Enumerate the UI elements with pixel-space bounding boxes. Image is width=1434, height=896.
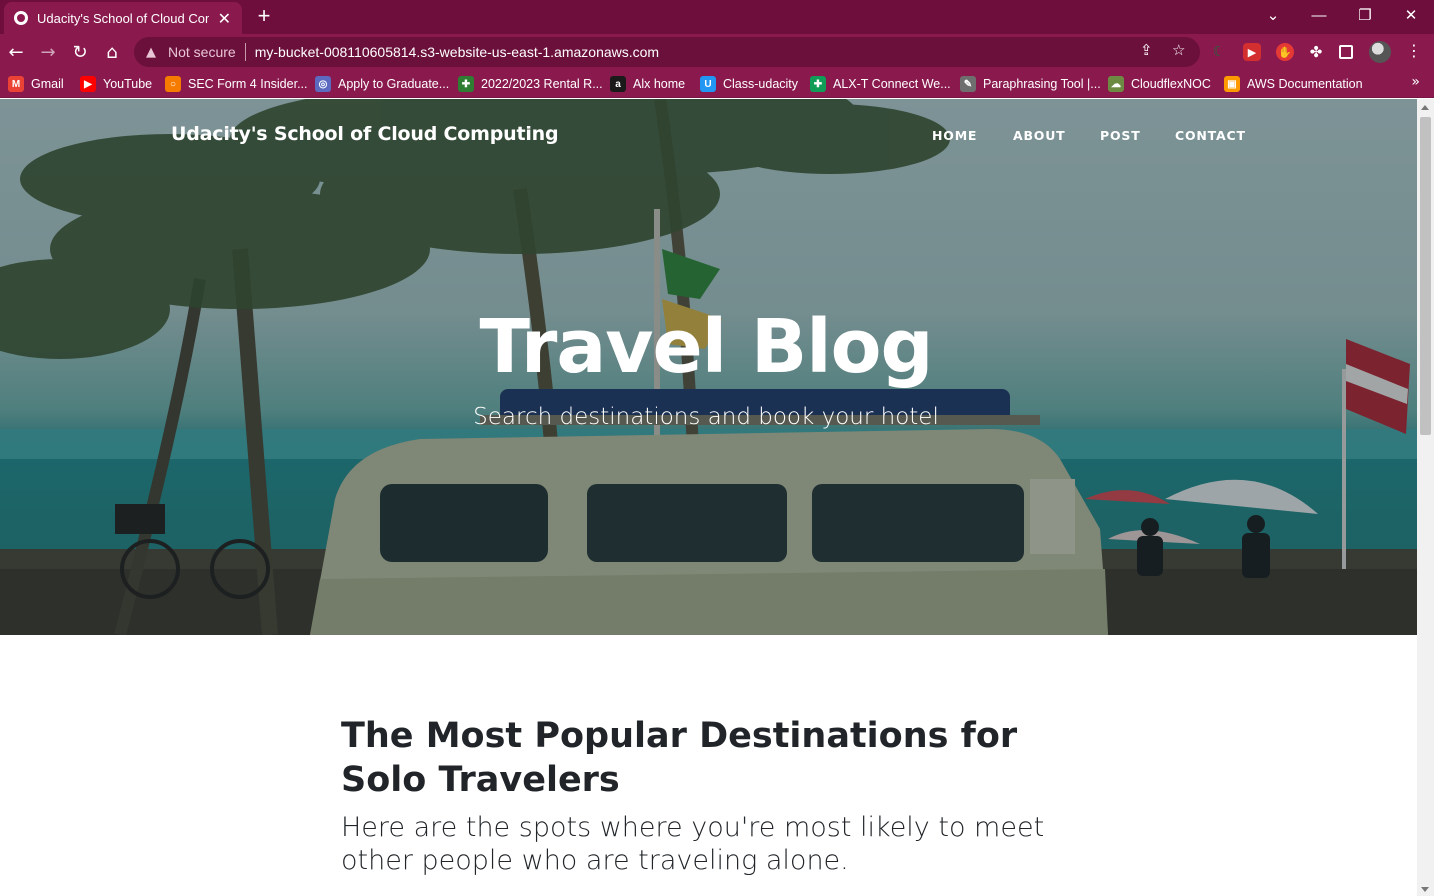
- home-button[interactable]: ⌂: [100, 40, 124, 64]
- quill-icon: ✎: [960, 76, 976, 92]
- bookmark-item[interactable]: ☁ CloudflexNOC: [1108, 75, 1211, 93]
- share-icon[interactable]: ⇪: [1140, 41, 1153, 59]
- tab-title: Udacity's School of Cloud Computing: [37, 10, 209, 26]
- browser-toolbar: ← → ↻ ⌂ ▲ Not secure my-bucket-008110605…: [0, 34, 1434, 70]
- hero-title: Travel Blog: [479, 304, 934, 390]
- gmail-icon: M: [8, 76, 24, 92]
- bookmark-label: Class-udacity: [723, 77, 799, 91]
- nav-about-link[interactable]: ABOUT: [1013, 128, 1066, 143]
- post-title-link[interactable]: The Most Popular Destinations for Solo T…: [341, 714, 1101, 802]
- extension-hand-icon[interactable]: ✋: [1276, 43, 1294, 61]
- nav-post-link[interactable]: POST: [1100, 128, 1141, 143]
- back-button[interactable]: ←: [4, 40, 28, 64]
- aws-icon: ▣: [1224, 76, 1240, 92]
- youtube-icon: ▶: [80, 76, 96, 92]
- bookmark-item[interactable]: M Gmail: [8, 75, 64, 93]
- hero-subtitle: Search destinations and book your hotel: [473, 404, 939, 430]
- nav-home-link[interactable]: HOME: [932, 128, 977, 143]
- rental-icon: ✚: [458, 76, 474, 92]
- alx-icon: a: [610, 76, 626, 92]
- new-tab-button[interactable]: +: [254, 4, 274, 28]
- forward-button[interactable]: →: [36, 40, 60, 64]
- graduate-icon: ◎: [315, 76, 331, 92]
- bookmark-label: YouTube: [103, 77, 153, 91]
- bookmark-label: Apply to Graduate...: [338, 77, 450, 91]
- bookmark-label: ALX-T Connect We...: [833, 77, 951, 91]
- reload-button[interactable]: ↻: [68, 40, 92, 64]
- site-brand-link[interactable]: Udacity's School of Cloud Computing: [171, 123, 559, 145]
- warning-icon[interactable]: ▲: [146, 45, 162, 60]
- scroll-down-arrow-icon[interactable]: [1421, 887, 1429, 892]
- security-label[interactable]: Not secure: [168, 44, 236, 60]
- bookmark-star-icon[interactable]: ☆: [1172, 41, 1185, 59]
- page-viewport: Udacity's School of Cloud Computing HOME…: [0, 99, 1417, 896]
- bookmark-label: CloudflexNOC: [1131, 77, 1211, 91]
- address-bar[interactable]: ▲ Not secure my-bucket-008110605814.s3-w…: [134, 37, 1200, 67]
- bookmark-item[interactable]: ✎ Paraphrasing Tool |...: [960, 75, 1101, 93]
- bookmark-item[interactable]: ○ SEC Form 4 Insider...: [165, 75, 307, 93]
- tab-bar: Udacity's School of Cloud Computing ✕ + …: [0, 0, 1434, 34]
- connect-icon: ✚: [810, 76, 826, 92]
- bookmark-item[interactable]: ✚ ALX-T Connect We...: [810, 75, 951, 93]
- bookmark-item[interactable]: ▶ YouTube: [80, 75, 152, 93]
- extensions-puzzle-icon[interactable]: ✤: [1307, 43, 1325, 61]
- bookmark-label: Alx home: [633, 77, 686, 91]
- address-divider: [244, 43, 246, 61]
- scrollbar-thumb[interactable]: [1420, 117, 1431, 435]
- scroll-up-arrow-icon[interactable]: [1421, 105, 1429, 110]
- bookmark-item[interactable]: ✚ 2022/2023 Rental R...: [458, 75, 603, 93]
- udacity-icon: U: [700, 76, 716, 92]
- side-panel-icon[interactable]: [1339, 45, 1353, 59]
- bookmark-item[interactable]: U Class-udacity: [700, 75, 798, 93]
- globe-icon: [14, 11, 28, 25]
- bookmarks-bar: M Gmail ▶ YouTube ○ SEC Form 4 Insider... ◎ App…: [0, 70, 1434, 98]
- nav-contact-link[interactable]: CONTACT: [1175, 128, 1246, 143]
- close-tab-icon[interactable]: ✕: [217, 9, 232, 28]
- bookmark-label: Gmail: [31, 77, 64, 91]
- menu-kebab-icon[interactable]: ⋮: [1406, 41, 1422, 60]
- bookmark-item[interactable]: a Alx home: [610, 75, 685, 93]
- bookmark-label: SEC Form 4 Insider...: [188, 77, 308, 91]
- cloudflex-icon: ☁: [1108, 76, 1124, 92]
- sec-icon: ○: [165, 76, 181, 92]
- close-window-button[interactable]: ✕: [1388, 0, 1434, 30]
- profile-avatar[interactable]: [1369, 41, 1391, 63]
- tab-search-button[interactable]: ⌄: [1250, 0, 1296, 30]
- bookmark-label: AWS Documentation: [1247, 77, 1363, 91]
- bookmark-item[interactable]: ▣ AWS Documentation: [1224, 75, 1363, 93]
- bookmark-label: 2022/2023 Rental R...: [481, 77, 603, 91]
- restore-button[interactable]: ❐: [1342, 0, 1388, 30]
- bookmarks-overflow-icon[interactable]: »: [1411, 74, 1420, 90]
- browser-tab[interactable]: Udacity's School of Cloud Computing ✕: [4, 2, 242, 34]
- url-text[interactable]: my-bucket-008110605814.s3-website-us-eas…: [255, 44, 659, 60]
- minimize-button[interactable]: —: [1296, 0, 1342, 30]
- extension-moon-icon[interactable]: ☾: [1210, 43, 1228, 61]
- extension-play-icon[interactable]: ▶: [1243, 43, 1261, 61]
- bookmark-item[interactable]: ◎ Apply to Graduate...: [315, 75, 449, 93]
- hero-header: Udacity's School of Cloud Computing HOME…: [0, 99, 1417, 635]
- post-subtitle[interactable]: Here are the spots where you're most lik…: [341, 811, 1101, 877]
- page-scrollbar[interactable]: [1417, 99, 1434, 896]
- bookmark-label: Paraphrasing Tool |...: [983, 77, 1101, 91]
